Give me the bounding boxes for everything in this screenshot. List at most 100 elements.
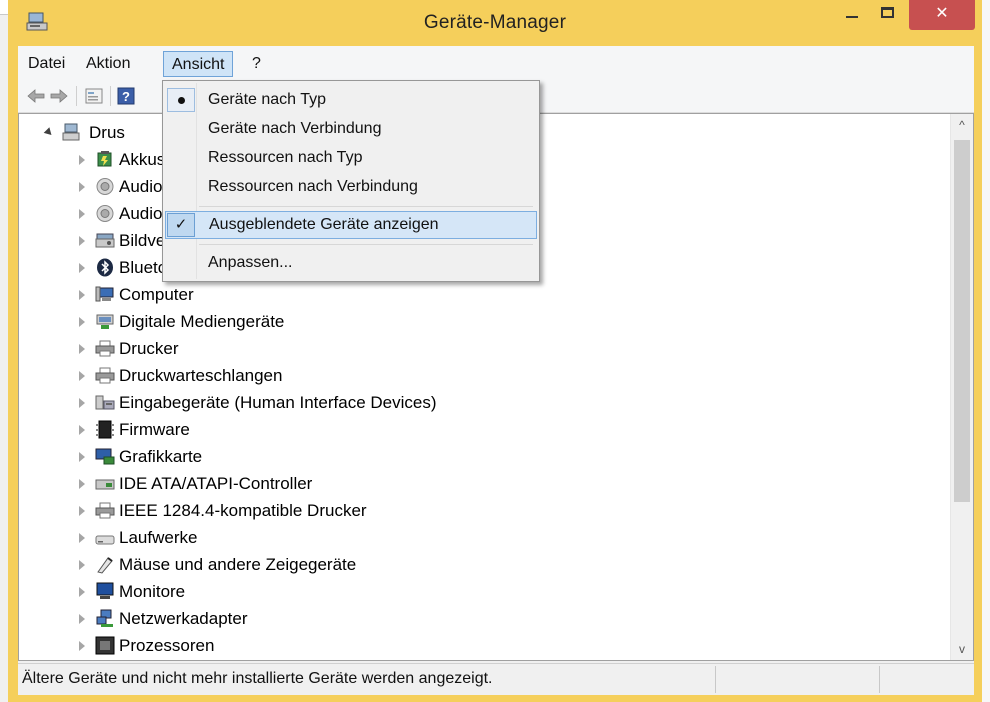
network-adapter-icon bbox=[96, 609, 113, 627]
bluetooth-icon bbox=[97, 258, 113, 277]
ansicht-dropdown-menu: Geräte nach Typ Geräte nach Verbindung R… bbox=[162, 80, 540, 282]
tree-item-label: Drucker bbox=[119, 339, 179, 358]
status-bar: Ältere Geräte und nicht mehr installiert… bbox=[18, 663, 974, 695]
menu-item-label: Geräte nach Verbindung bbox=[208, 120, 382, 137]
tree-item-label: Netzwerkadapter bbox=[119, 609, 248, 628]
checkmark-icon: ✓ bbox=[167, 213, 195, 237]
close-button[interactable]: ✕ bbox=[909, 0, 975, 30]
expand-arrow-icon[interactable] bbox=[79, 290, 85, 300]
menu-item-ressourcen-nach-typ[interactable]: Ressourcen nach Typ bbox=[165, 144, 537, 172]
menu-datei[interactable]: Datei bbox=[20, 51, 73, 77]
firmware-chip-icon bbox=[96, 420, 114, 439]
toolbar-separator bbox=[76, 86, 77, 106]
radio-selected-box bbox=[167, 88, 195, 112]
scanner-icon bbox=[95, 233, 115, 248]
expand-arrow-icon[interactable] bbox=[79, 587, 85, 597]
tree-item-label: Firmware bbox=[119, 420, 190, 439]
expand-arrow-icon[interactable] bbox=[79, 614, 85, 624]
expand-arrow-icon[interactable] bbox=[79, 371, 85, 381]
menu-aktion[interactable]: Aktion bbox=[78, 51, 138, 77]
menu-item-geraete-nach-typ[interactable]: Geräte nach Typ bbox=[165, 86, 537, 114]
vertical-scrollbar[interactable]: ^ v bbox=[950, 114, 973, 660]
status-separator bbox=[879, 666, 880, 693]
scroll-down-button[interactable]: v bbox=[951, 638, 973, 660]
tree-item-label: Prozessoren bbox=[119, 636, 215, 655]
menu-item-label: Anpassen... bbox=[208, 254, 293, 271]
expand-arrow-icon[interactable] bbox=[79, 560, 85, 570]
menu-item-anpassen[interactable]: Anpassen... bbox=[165, 249, 537, 277]
tree-item-label: Computer bbox=[119, 285, 194, 304]
expand-arrow-icon[interactable] bbox=[79, 263, 85, 273]
expand-arrow-icon[interactable] bbox=[79, 425, 85, 435]
expand-arrow-icon[interactable] bbox=[79, 344, 85, 354]
tree-item-label: Akkus bbox=[119, 150, 166, 169]
expand-arrow-icon[interactable] bbox=[79, 533, 85, 543]
input-device-icon bbox=[95, 395, 115, 410]
display-adapter-icon bbox=[95, 448, 115, 465]
minimize-button[interactable] bbox=[834, 0, 868, 30]
menu-item-ausgeblendete-geraete[interactable]: ✓ Ausgeblendete Geräte anzeigen bbox=[165, 211, 537, 239]
tree-item-label: Monitore bbox=[119, 582, 186, 601]
ide-controller-icon bbox=[95, 479, 115, 490]
forward-arrow-icon[interactable] bbox=[49, 87, 69, 105]
tree-item-label: Eingabegeräte (Human Interface Devices) bbox=[119, 393, 437, 412]
tree-item-label: Grafikkarte bbox=[119, 447, 203, 466]
media-device-icon bbox=[96, 314, 114, 329]
speaker-icon bbox=[96, 205, 114, 222]
printer-queue-icon bbox=[95, 367, 115, 384]
tree-item-label: Druckwarteschlangen bbox=[119, 366, 283, 385]
mouse-icon bbox=[97, 557, 113, 574]
expand-arrow-icon[interactable] bbox=[79, 236, 85, 246]
expand-arrow-icon[interactable] bbox=[79, 317, 85, 327]
menu-item-label: Ressourcen nach Verbindung bbox=[208, 178, 418, 195]
computer-icon bbox=[95, 286, 114, 302]
svg-text:?: ? bbox=[122, 89, 130, 104]
menu-item-label: Ressourcen nach Typ bbox=[208, 149, 363, 166]
tree-item-label: Laufwerke bbox=[119, 528, 198, 547]
expand-arrow-icon[interactable] bbox=[79, 398, 85, 408]
printer-icon bbox=[95, 340, 115, 357]
expand-arrow-icon[interactable] bbox=[79, 182, 85, 192]
processor-icon bbox=[95, 636, 115, 655]
menu-help[interactable]: ? bbox=[244, 51, 269, 77]
menu-item-label: Geräte nach Typ bbox=[208, 91, 326, 108]
menu-item-geraete-nach-verbindung[interactable]: Geräte nach Verbindung bbox=[165, 115, 537, 143]
printer-icon bbox=[95, 502, 115, 519]
menu-separator bbox=[199, 206, 533, 207]
expand-arrow-icon[interactable] bbox=[79, 452, 85, 462]
scroll-up-button[interactable]: ^ bbox=[951, 114, 973, 136]
maximize-button[interactable] bbox=[870, 0, 904, 30]
expand-arrow-icon[interactable] bbox=[79, 641, 85, 651]
tree-item-label: Audio bbox=[119, 204, 163, 223]
status-separator bbox=[715, 666, 716, 693]
expand-arrow-icon[interactable] bbox=[79, 155, 85, 165]
menu-ansicht[interactable]: Ansicht bbox=[163, 51, 234, 77]
radio-bullet-icon bbox=[178, 97, 185, 104]
speaker-icon bbox=[96, 178, 114, 195]
menu-separator bbox=[199, 244, 533, 245]
expand-arrow-icon[interactable] bbox=[79, 479, 85, 489]
scroll-thumb[interactable] bbox=[954, 140, 970, 502]
tree-item-label: Mäuse und andere Zeigegeräte bbox=[119, 555, 357, 574]
status-text: Ältere Geräte und nicht mehr installiert… bbox=[22, 670, 493, 687]
disk-drive-icon bbox=[95, 535, 115, 545]
menu-item-ressourcen-nach-verbindung[interactable]: Ressourcen nach Verbindung bbox=[165, 173, 537, 201]
monitor-icon bbox=[96, 582, 114, 599]
battery-icon bbox=[97, 151, 112, 167]
tree-item-label: Audio bbox=[119, 177, 163, 196]
tree-root-label: Drus bbox=[89, 123, 125, 142]
tree-item-label: Digitale Mediengeräte bbox=[119, 312, 285, 331]
tree-item-label: IEEE 1284.4-kompatible Drucker bbox=[119, 501, 367, 520]
title-bar[interactable]: Geräte-Manager ✕ bbox=[8, 0, 982, 46]
computer-root-icon bbox=[62, 123, 80, 141]
menu-bar: Datei Aktion Ansicht ? bbox=[18, 46, 974, 81]
menu-item-label: Ausgeblendete Geräte anzeigen bbox=[209, 216, 439, 233]
help-icon[interactable]: ? bbox=[117, 87, 135, 105]
expand-arrow-icon[interactable] bbox=[79, 209, 85, 219]
tree-item-label: IDE ATA/ATAPI-Controller bbox=[119, 474, 313, 493]
properties-icon[interactable] bbox=[84, 87, 104, 105]
expand-arrow-icon[interactable] bbox=[79, 506, 85, 516]
toolbar-separator bbox=[110, 86, 111, 106]
back-arrow-icon[interactable] bbox=[26, 87, 46, 105]
collapse-arrow-icon[interactable] bbox=[43, 127, 55, 138]
